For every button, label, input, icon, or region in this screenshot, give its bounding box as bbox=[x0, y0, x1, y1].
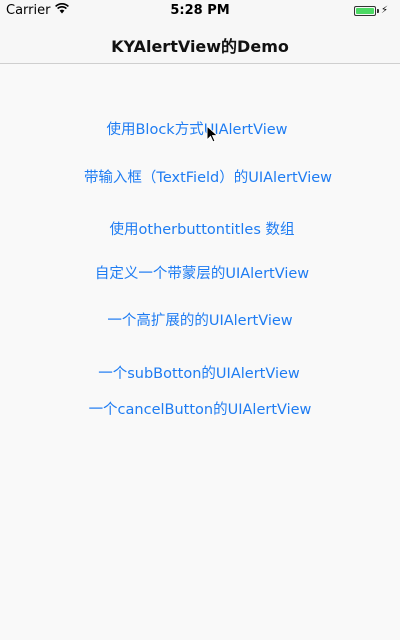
page-title: KYAlertView的Demo bbox=[111, 37, 289, 56]
charging-icon: ⚡ bbox=[380, 5, 388, 16]
app-screen: Carrier 5:28 PM ⚡ KYAlertView的Demo 使用Blo… bbox=[0, 0, 400, 640]
battery-body bbox=[353, 5, 376, 16]
battery-fill bbox=[355, 7, 374, 14]
battery-cap bbox=[376, 8, 379, 13]
status-time: 5:28 PM bbox=[170, 3, 230, 18]
mouse-pointer-icon bbox=[206, 124, 220, 143]
extensible-alert-button[interactable]: 一个高扩展的的UIAlertView bbox=[0, 309, 400, 330]
battery-icon: ⚡ bbox=[353, 5, 388, 16]
status-bar: Carrier 5:28 PM ⚡ bbox=[0, 0, 400, 22]
cancel-button-alert-button[interactable]: 一个cancelButton的UIAlertView bbox=[0, 398, 400, 419]
menu-list: 使用Block方式UIAlertView 带输入框（TextField）的UIA… bbox=[0, 64, 400, 640]
block-alert-button[interactable]: 使用Block方式UIAlertView bbox=[0, 118, 400, 139]
textfield-alert-button[interactable]: 带输入框（TextField）的UIAlertView bbox=[16, 166, 400, 187]
mask-alert-button[interactable]: 自定义一个带蒙层的UIAlertView bbox=[4, 262, 400, 283]
navigation-bar: KYAlertView的Demo bbox=[0, 22, 400, 64]
other-button-titles-button[interactable]: 使用otherbuttontitles 数组 bbox=[4, 218, 400, 239]
sub-button-alert-button[interactable]: 一个subBotton的UIAlertView bbox=[0, 362, 400, 383]
